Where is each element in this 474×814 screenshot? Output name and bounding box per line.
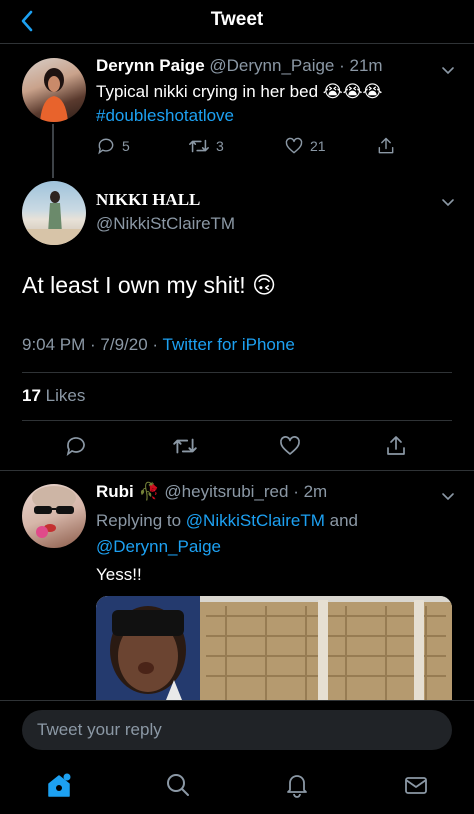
- author-handle[interactable]: @heyitsrubi_red: [164, 482, 288, 501]
- home-icon: [48, 773, 71, 797]
- page-title: Tweet: [210, 9, 264, 30]
- tab-messages[interactable]: [401, 770, 431, 800]
- thread-line: [52, 124, 54, 178]
- tab-search[interactable]: [163, 770, 193, 800]
- tweet-text: At least I own my shit! 🙃: [22, 272, 276, 299]
- retweet-action[interactable]: [172, 434, 198, 458]
- likes-label: Likes: [45, 386, 86, 405]
- heart-icon: [285, 137, 303, 154]
- divider: [22, 420, 452, 421]
- reply-icon: [98, 138, 114, 155]
- reply-icon: [66, 437, 85, 457]
- share-icon: [387, 436, 405, 455]
- mention-link[interactable]: @Derynn_Paige: [96, 537, 221, 556]
- hashtag-link[interactable]: #doubleshotatlove: [96, 106, 234, 125]
- author-name[interactable]: Derynn Paige: [96, 56, 205, 75]
- reply-count: 5: [122, 138, 130, 154]
- tweet-time: 9:04 PM: [22, 335, 86, 354]
- search-icon: [167, 774, 189, 796]
- retweet-action[interactable]: 3: [188, 136, 224, 156]
- heart-icon: [280, 436, 300, 455]
- mail-icon: [405, 777, 427, 794]
- bell-icon: [287, 775, 307, 798]
- author-handle[interactable]: @Derynn_Paige: [209, 56, 334, 75]
- tab-notifications[interactable]: [282, 770, 312, 800]
- replying-to: Replying to @NikkiStClaireTM and @Derynn…: [96, 508, 456, 560]
- avatar[interactable]: [22, 181, 86, 245]
- chevron-down-icon[interactable]: [440, 62, 456, 78]
- crying-emoji: 😭😭😭: [322, 82, 383, 101]
- divider: [22, 372, 452, 373]
- chevron-down-icon[interactable]: [440, 194, 456, 210]
- tweet-time: 21m: [349, 56, 383, 75]
- media-thumbnail[interactable]: [96, 596, 452, 700]
- like-action[interactable]: 21: [284, 136, 326, 156]
- reply-action[interactable]: 5: [96, 136, 130, 156]
- replying-to-label: Replying to: [96, 511, 182, 530]
- share-action[interactable]: [384, 434, 408, 458]
- upside-down-face-emoji: 🙃: [252, 272, 277, 298]
- reply-input[interactable]: [22, 710, 452, 750]
- author-name[interactable]: NIKKI HALL: [96, 190, 200, 210]
- tweet-meta: 9:04 PM · 7/9/20 · Twitter for iPhone: [22, 335, 295, 354]
- tweet-time: 2m: [303, 482, 328, 501]
- tab-home[interactable]: [44, 770, 74, 800]
- share-action[interactable]: [376, 136, 396, 156]
- avatar[interactable]: [22, 58, 86, 122]
- top-bar: Tweet: [0, 0, 474, 44]
- retweet-icon: [189, 139, 209, 153]
- retweet-icon: [173, 438, 197, 454]
- chevron-down-icon[interactable]: [440, 488, 456, 504]
- share-icon: [378, 137, 394, 154]
- tweet-text: Typical nikki crying in her bed 😭😭😭 #dou…: [96, 80, 456, 128]
- author-name[interactable]: Rubi: [96, 482, 134, 501]
- author-handle[interactable]: @NikkiStClaireTM: [96, 214, 235, 234]
- mention-link[interactable]: @NikkiStClaireTM: [186, 511, 325, 530]
- like-count: 21: [310, 138, 326, 154]
- divider: [0, 470, 474, 471]
- likes-summary[interactable]: 17 Likes: [22, 386, 85, 406]
- tweet-body: Typical nikki crying in her bed: [96, 82, 319, 101]
- tweet-body: Yess!!: [96, 565, 142, 584]
- tweet-body: At least I own my shit!: [22, 272, 246, 298]
- like-action[interactable]: [278, 434, 302, 458]
- rose-emoji: 🥀: [138, 482, 160, 501]
- replying-and: and: [329, 511, 359, 530]
- retweet-count: 3: [216, 138, 224, 154]
- reply-action[interactable]: [64, 434, 88, 458]
- tab-bar: [0, 758, 474, 814]
- avatar[interactable]: [22, 484, 86, 548]
- tweet-date: 7/9/20: [100, 335, 148, 354]
- tweet-header: Rubi 🥀 @heyitsrubi_red · 2m: [96, 482, 328, 501]
- reply-bar: [0, 700, 474, 758]
- tweet-header: Derynn Paige @Derynn_Paige · 21m: [96, 56, 383, 75]
- likes-count: 17: [22, 386, 41, 405]
- tweet-source[interactable]: Twitter for iPhone: [163, 335, 295, 354]
